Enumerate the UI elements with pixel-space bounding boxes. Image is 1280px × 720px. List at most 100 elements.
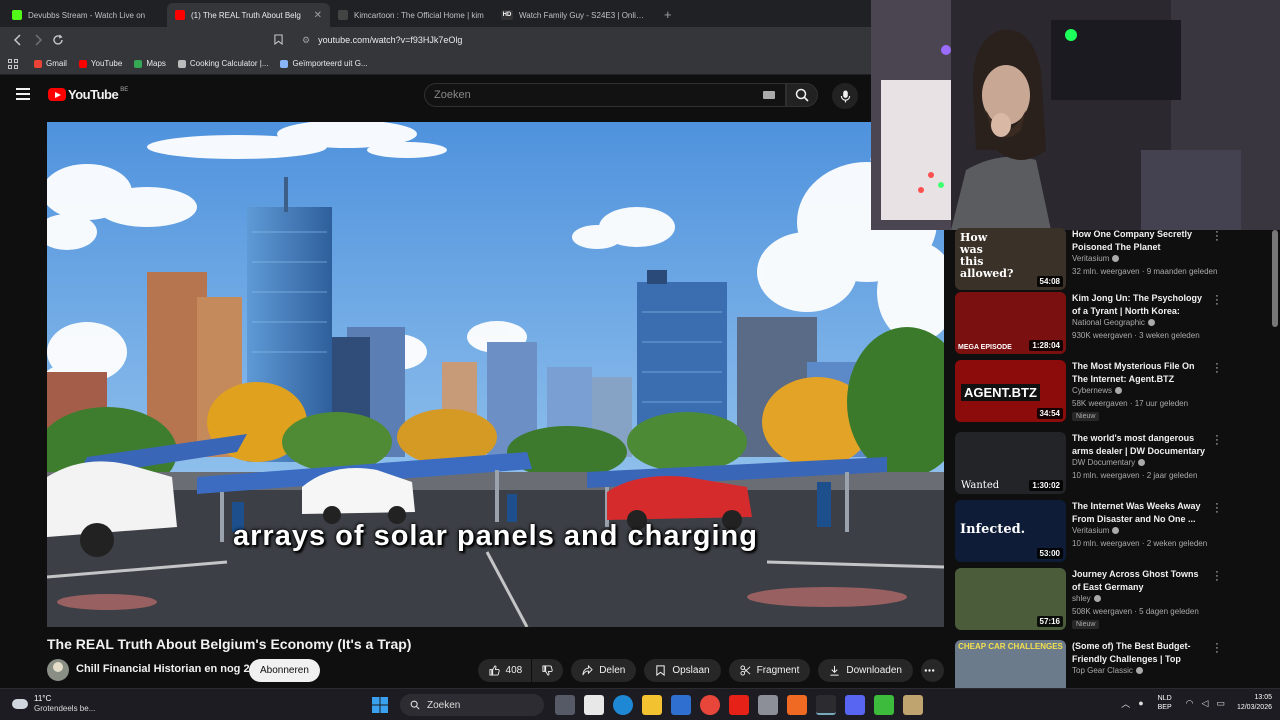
recommendation-title[interactable]: The Internet Was Weeks Away From Disaste… <box>1072 500 1209 526</box>
more-options-icon[interactable]: · · · <box>1214 499 1220 518</box>
browser-tab[interactable]: Kimcartoon : The Official Home | kim <box>330 3 493 27</box>
browser-tab[interactable]: (1) The REAL Truth About Belg ✕ <box>167 3 330 27</box>
recommendation-channel[interactable]: National Geographic <box>1072 318 1155 327</box>
menu-icon[interactable] <box>16 88 30 100</box>
recommendation-item[interactable]: 57:16 Journey Across Ghost Towns of East … <box>955 567 1225 630</box>
microphone-tray-icon[interactable]: ● <box>1138 698 1143 708</box>
recommendation-item[interactable]: How was this allowed? 54:08 How One Compan… <box>955 228 1225 290</box>
edge-icon[interactable] <box>612 695 633 715</box>
youtube-play-icon <box>48 88 66 101</box>
keyboard-icon[interactable] <box>763 91 775 99</box>
calculator-icon[interactable] <box>757 695 778 715</box>
battery-icon[interactable]: ▭ <box>1216 698 1225 709</box>
recommendation-thumbnail[interactable]: Infected. 53:00 <box>955 500 1066 562</box>
clip-button[interactable]: Fragment <box>728 659 811 682</box>
browser-tab[interactable]: Devubbs Stream - Watch Live on <box>4 3 167 27</box>
volume-icon[interactable]: ◁ <box>1202 698 1209 709</box>
recommendation-item[interactable]: Infected. 53:00 The Internet Was Weeks Awa… <box>955 499 1225 562</box>
bookmark-item[interactable]: YouTube <box>78 59 122 68</box>
channel-name[interactable]: Chill Financial Historian en nog 2 <box>76 663 250 675</box>
bookmark-item[interactable]: Geïmporteerd uit G... <box>280 59 368 68</box>
task-view-icon[interactable] <box>554 695 575 715</box>
recommendation-title[interactable]: (Some of) The Best Budget-Friendly Chall… <box>1072 640 1209 667</box>
voice-search-button[interactable] <box>832 83 858 109</box>
recommendation-title[interactable]: Kim Jong Un: The Psychology of a Tyrant … <box>1072 292 1209 319</box>
recommendation-item[interactable]: CHEAP CAR CHALLENGES (Some of) The Best B… <box>955 639 1225 688</box>
recommendation-title[interactable]: The world's most dangerous arms dealer |… <box>1072 432 1209 458</box>
more-options-icon[interactable]: · · · <box>1214 228 1220 246</box>
game-icon[interactable] <box>902 695 923 715</box>
channel-avatar[interactable] <box>47 659 69 681</box>
browser-tab[interactable]: HD Watch Family Guy - S24E3 | Online H <box>493 3 656 27</box>
notifications-app-icon[interactable] <box>873 695 894 715</box>
bookmark-item[interactable]: Cooking Calculator |... <box>177 59 268 68</box>
bookmark-item[interactable]: Maps <box>134 59 166 68</box>
recommendation-thumbnail[interactable]: How was this allowed? 54:08 <box>955 228 1066 290</box>
language-indicator[interactable]: NLD BEP <box>1158 694 1172 712</box>
more-options-icon[interactable]: · · · <box>1214 291 1220 310</box>
more-options-icon[interactable]: · · · <box>1214 431 1220 450</box>
more-options-icon[interactable]: · · · <box>1214 567 1220 586</box>
recommendation-channel[interactable]: Veritasium <box>1072 254 1120 263</box>
sidebar-scrollbar[interactable] <box>1272 230 1278 327</box>
recommendation-item[interactable]: MEGA EPISODE 1:28:04 Kim Jong Un: The Psyc… <box>955 291 1225 354</box>
bookmark-item[interactable]: Gmail <box>34 59 67 68</box>
bookmark-icon[interactable] <box>274 33 288 47</box>
recommendation-thumbnail[interactable]: MEGA EPISODE 1:28:04 <box>955 292 1066 354</box>
recommendation-thumbnail[interactable]: AGENT.BTZ 34:54 <box>955 360 1066 422</box>
brave-icon[interactable] <box>786 695 807 715</box>
recommendation-item[interactable]: Wanted 1:30:02 The world's most dangerous … <box>955 431 1225 494</box>
chrome-icon[interactable] <box>699 695 720 715</box>
address-bar[interactable]: ⚙ youtube.com/watch?v=f93HJk7eOlg <box>274 30 834 50</box>
search-input[interactable]: Zoeken <box>424 83 786 107</box>
recommendation-channel[interactable]: Veritasium <box>1072 526 1120 535</box>
weather-widget[interactable]: 11°C Grotendeels be... <box>12 694 95 714</box>
youtube-app-icon[interactable] <box>728 695 749 715</box>
share-button[interactable]: Delen <box>571 659 637 682</box>
reload-icon[interactable] <box>48 30 68 50</box>
recommendation-channel[interactable]: DW Documentary <box>1072 458 1146 467</box>
recommendation-thumbnail[interactable]: Wanted 1:30:02 <box>955 432 1066 494</box>
recommendation-channel[interactable]: Cybernews <box>1072 386 1123 395</box>
back-icon[interactable] <box>8 30 28 50</box>
search-button[interactable] <box>786 83 818 107</box>
download-button[interactable]: Downloaden <box>818 659 913 682</box>
taskbar-apps: Zoeken <box>365 694 927 716</box>
like-button[interactable]: 408 <box>477 659 532 682</box>
recommendation-thumbnail[interactable]: CHEAP CAR CHALLENGES <box>955 640 1066 688</box>
calculator-grid-icon[interactable] <box>583 695 604 715</box>
file-explorer-icon[interactable] <box>641 695 662 715</box>
video-player[interactable]: Chill Fi... H... arrays of solar panels … <box>47 122 944 627</box>
forward-icon[interactable] <box>28 30 48 50</box>
wifi-icon[interactable]: ◠ <box>1186 698 1194 709</box>
recommendation-thumbnail[interactable]: 57:16 <box>955 568 1066 630</box>
close-tab-icon[interactable]: ✕ <box>314 10 322 21</box>
webcam-overlay <box>871 0 1280 230</box>
site-settings-icon[interactable]: ⚙ <box>302 35 310 46</box>
verified-icon <box>1112 255 1120 262</box>
kick-icon[interactable] <box>815 695 836 715</box>
more-options-icon[interactable]: · · · <box>1214 639 1220 658</box>
windows-start-icon[interactable] <box>370 695 390 715</box>
taskbar-search[interactable]: Zoeken <box>400 694 544 716</box>
recommendation-channel[interactable]: Top Gear Classic <box>1072 666 1143 675</box>
apps-icon[interactable] <box>8 58 18 69</box>
more-options-icon[interactable]: · · · <box>1214 359 1220 378</box>
new-tab-icon[interactable]: + <box>656 7 680 27</box>
recommendation-title[interactable]: How One Company Secretly Poisoned The Pl… <box>1072 228 1209 254</box>
discord-icon[interactable] <box>844 695 865 715</box>
clock[interactable]: 13:05 12/03/2026 <box>1237 693 1272 713</box>
more-actions-icon[interactable] <box>921 659 944 682</box>
youtube-logo[interactable]: YouTube BE <box>48 87 128 102</box>
url-text[interactable]: youtube.com/watch?v=f93HJk7eOlg <box>318 35 462 45</box>
save-button[interactable]: Opslaan <box>644 659 721 682</box>
channel-name: Veritasium <box>1072 254 1110 263</box>
recommendation-title[interactable]: Journey Across Ghost Towns of East Germa… <box>1072 568 1209 594</box>
recommendation-channel[interactable]: shley <box>1072 594 1101 603</box>
recommendation-title[interactable]: The Most Mysterious File On The Internet… <box>1072 360 1209 386</box>
chevron-up-icon[interactable]: ︿ <box>1121 697 1130 710</box>
subscribe-button[interactable]: Abonneren <box>249 659 320 682</box>
dislike-button[interactable] <box>532 659 564 682</box>
recommendation-item[interactable]: AGENT.BTZ 34:54 The Most Mysterious File O… <box>955 359 1225 422</box>
outlook-icon[interactable] <box>670 695 691 715</box>
